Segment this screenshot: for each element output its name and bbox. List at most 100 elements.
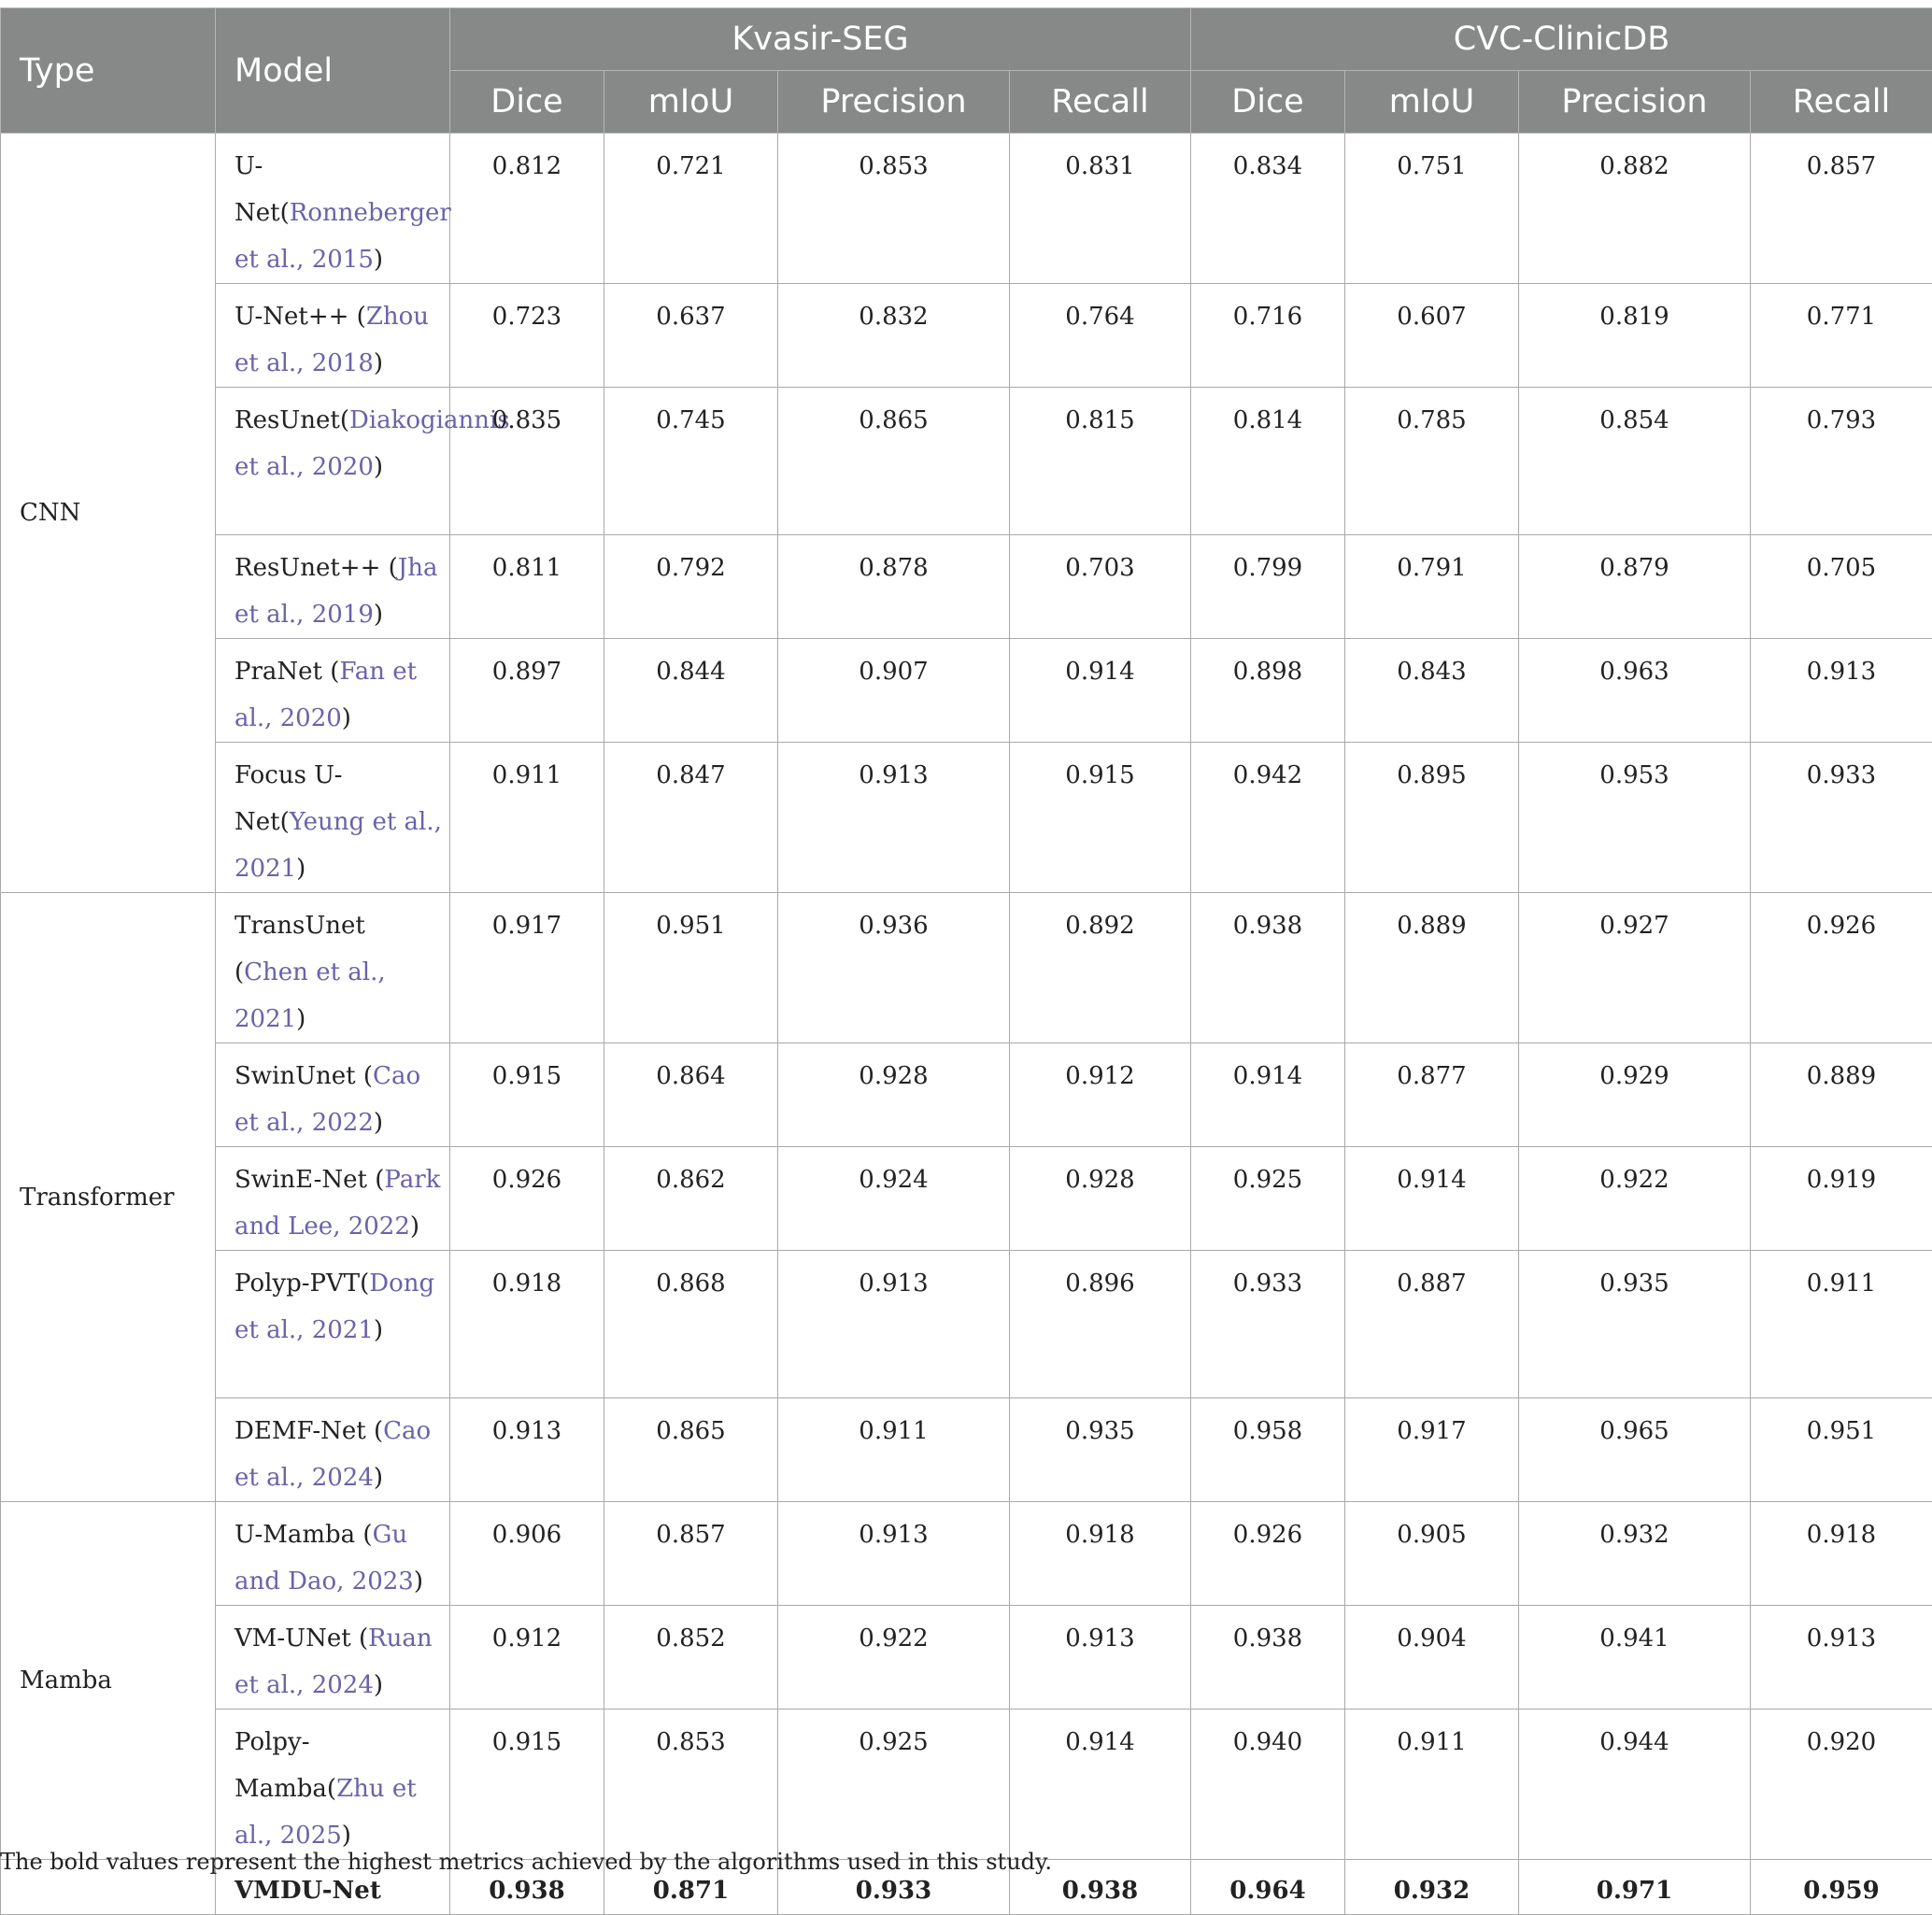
citation-open: ( (355, 1521, 372, 1549)
metric-cell: 0.857 (604, 1502, 778, 1606)
citation-open: ( (234, 958, 244, 986)
model-cell: VM-UNet (Ruan et al., 2024) (216, 1606, 450, 1709)
model-cell: U-Net++ (Zhou et al., 2018) (216, 284, 450, 388)
metric-cell: 0.922 (778, 1606, 1010, 1709)
citation-close: ) (374, 1464, 383, 1492)
metric-cell: 0.897 (450, 639, 604, 743)
metric-cell: 0.887 (1345, 1251, 1519, 1398)
model-name: SwinE-Net (234, 1166, 367, 1194)
metric-cell: 0.922 (1519, 1147, 1751, 1251)
citation-close: ) (374, 1671, 383, 1699)
table-caption: The bold values represent the highest me… (0, 1849, 1052, 1875)
metric-cell: 0.865 (778, 388, 1010, 535)
metric-cell: 0.911 (1345, 1709, 1519, 1860)
metric-cell: 0.938 (1191, 893, 1345, 1043)
metric-cell: 0.913 (450, 1398, 604, 1502)
model-name: DEMF-Net (234, 1417, 366, 1445)
citation-close: ) (414, 1567, 423, 1596)
metric-cell: 0.913 (778, 1251, 1010, 1398)
metric-cell: 0.940 (1191, 1709, 1345, 1860)
model-name: ResUnet (234, 406, 340, 434)
type-cell-transformer: Transformer (1, 893, 216, 1502)
metric-cell-best: 0.971 (1519, 1860, 1751, 1915)
model-cell: U-Mamba (Gu and Dao, 2023) (216, 1502, 450, 1606)
metric-cell: 0.925 (778, 1709, 1010, 1860)
metric-cell: 0.906 (450, 1502, 604, 1606)
metric-cell: 0.819 (1519, 284, 1751, 388)
metric-cell: 0.896 (1010, 1251, 1191, 1398)
metric-cell: 0.703 (1010, 535, 1191, 639)
table-row: CNNU-Net(Ronneberger et al., 2015)0.8120… (1, 134, 1932, 284)
model-cell: Polpy-Mamba(Zhu et al., 2025) (216, 1709, 450, 1860)
metric-cell: 0.857 (1751, 134, 1932, 284)
model-name: U-Mamba (234, 1521, 355, 1549)
table-row: PraNet (Fan et al., 2020)0.8970.8440.907… (1, 639, 1932, 743)
table-row: SwinE-Net (Park and Lee, 2022)0.9260.862… (1, 1147, 1932, 1251)
metric-cell: 0.898 (1191, 639, 1345, 743)
metric-cell: 0.843 (1345, 639, 1519, 743)
citation-close: ) (410, 1213, 419, 1241)
model-name: Polyp-PVT (234, 1270, 360, 1298)
metric-cell: 0.935 (1519, 1251, 1751, 1398)
metric-cell: 0.878 (778, 535, 1010, 639)
metric-cell: 0.929 (1519, 1043, 1751, 1147)
metric-cell: 0.912 (1010, 1043, 1191, 1147)
metric-cell: 0.862 (604, 1147, 778, 1251)
metric-cell: 0.915 (450, 1709, 604, 1860)
metric-cell: 0.771 (1751, 284, 1932, 388)
metric-cell: 0.785 (1345, 388, 1519, 535)
model-cell: DEMF-Net (Cao et al., 2024) (216, 1398, 450, 1502)
metric-cell: 0.927 (1519, 893, 1751, 1043)
metric-cell: 0.935 (1010, 1398, 1191, 1502)
metric-cell: 0.915 (1010, 743, 1191, 893)
model-cell: Polyp-PVT(Dong et al., 2021) (216, 1251, 450, 1398)
metric-cell: 0.941 (1519, 1606, 1751, 1709)
table-row: DEMF-Net (Cao et al., 2024)0.9130.8650.9… (1, 1398, 1932, 1502)
metric-cell: 0.911 (778, 1398, 1010, 1502)
citation-link[interactable]: Chen et al., 2021 (234, 958, 386, 1033)
metric-cell: 0.853 (604, 1709, 778, 1860)
metric-cell: 0.879 (1519, 535, 1751, 639)
table-row: SwinUnet (Cao et al., 2022)0.9150.8640.9… (1, 1043, 1932, 1147)
metric-cell: 0.792 (604, 535, 778, 639)
metric-cell-best: 0.932 (1345, 1860, 1519, 1915)
model-cell: SwinE-Net (Park and Lee, 2022) (216, 1147, 450, 1251)
citation-close: ) (296, 855, 305, 883)
metric-cell: 0.889 (1751, 1043, 1932, 1147)
metric-cell: 0.913 (778, 743, 1010, 893)
citation-open: ( (366, 1417, 383, 1445)
type-cell-mamba: Mamba (1, 1502, 216, 1860)
metric-cell: 0.811 (450, 535, 604, 639)
metric-cell: 0.915 (450, 1043, 604, 1147)
metric-cell: 0.925 (1191, 1147, 1345, 1251)
header-cvc-precision: Precision (1519, 71, 1751, 134)
metric-cell: 0.926 (1191, 1502, 1345, 1606)
metric-cell: 0.918 (450, 1251, 604, 1398)
metric-cell: 0.868 (604, 1251, 778, 1398)
metric-cell: 0.907 (778, 639, 1010, 743)
table-row: Focus U-Net(Yeung et al., 2021)0.9110.84… (1, 743, 1932, 893)
table-header: Type Model Kvasir-SEG CVC-ClinicDB Dice … (1, 8, 1932, 134)
metric-cell: 0.814 (1191, 388, 1345, 535)
metric-cell: 0.928 (778, 1043, 1010, 1147)
metric-cell: 0.847 (604, 743, 778, 893)
header-model: Model (216, 8, 450, 134)
header-kvasir-miou: mIoU (604, 71, 778, 134)
metric-cell: 0.942 (1191, 743, 1345, 893)
metric-cell: 0.844 (604, 639, 778, 743)
results-table: Type Model Kvasir-SEG CVC-ClinicDB Dice … (0, 7, 1932, 1915)
metric-cell: 0.913 (1751, 1606, 1932, 1709)
metric-cell: 0.889 (1345, 893, 1519, 1043)
metric-cell: 0.933 (1191, 1251, 1345, 1398)
metric-cell: 0.953 (1519, 743, 1751, 893)
metric-cell: 0.913 (1751, 639, 1932, 743)
model-cell: TransUnet (Chen et al., 2021) (216, 893, 450, 1043)
model-cell: U-Net(Ronneberger et al., 2015) (216, 134, 450, 284)
citation-close: ) (374, 1316, 383, 1344)
metric-cell: 0.865 (604, 1398, 778, 1502)
metric-cell: 0.958 (1191, 1398, 1345, 1502)
metric-cell: 0.812 (450, 134, 604, 284)
metric-cell: 0.944 (1519, 1709, 1751, 1860)
metric-cell: 0.914 (1010, 1709, 1191, 1860)
metric-cell: 0.791 (1345, 535, 1519, 639)
